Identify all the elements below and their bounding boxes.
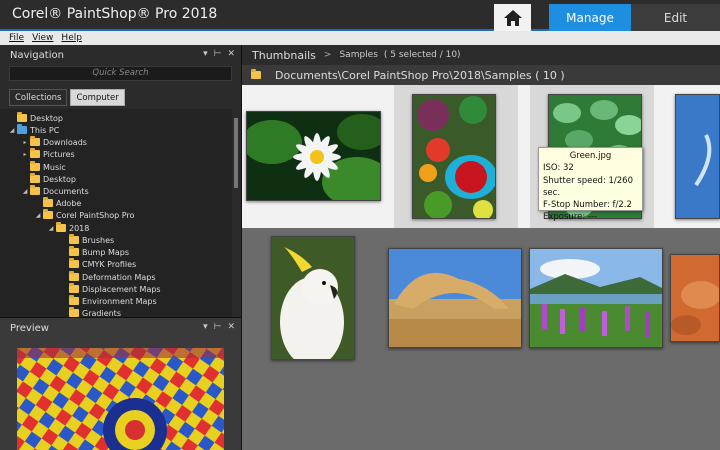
folder-icon: [69, 295, 79, 305]
tree-item[interactable]: ◢ This PC: [8, 124, 59, 136]
tree-item[interactable]: Desktop: [8, 112, 63, 124]
folder-icon: [69, 258, 79, 268]
tooltip-shutter: Shutter speed: 1/260 sec.: [543, 175, 634, 198]
tooltip-exposure: Exposure: ---: [543, 212, 598, 223]
scrollbar-thumb[interactable]: [234, 118, 238, 188]
menu-file[interactable]: File: [9, 33, 24, 43]
navigation-panel: Navigation ▾ ⊢ ✕ Quick Search Collection…: [0, 45, 242, 317]
tree-item[interactable]: ◢ 2018: [47, 222, 89, 234]
folder-icon: [56, 222, 66, 232]
breadcrumb: Thumbnails > Samples ( 5 selected / 10): [242, 45, 720, 65]
close-icon[interactable]: ✕: [227, 322, 235, 332]
thumbnail-arch[interactable]: [388, 248, 522, 348]
folder-icon: [17, 112, 27, 122]
menu-help[interactable]: Help: [61, 33, 82, 43]
thumbnail-blue[interactable]: [675, 94, 720, 219]
tree-item[interactable]: Adobe: [34, 197, 81, 209]
tree-item[interactable]: CMYK Profiles: [60, 258, 136, 270]
folder-icon: [69, 307, 79, 317]
thumbnail-row: [242, 368, 720, 450]
thumbnail-market[interactable]: [412, 94, 496, 219]
tab-edit[interactable]: Edit: [631, 4, 720, 31]
chevron-down-icon[interactable]: ◢: [34, 212, 42, 219]
chevron-down-icon[interactable]: ▾: [203, 49, 208, 59]
folder-icon: [30, 185, 40, 195]
tree-item[interactable]: ▸ Downloads: [21, 136, 87, 148]
thumbnail-area: Thumbnails > Samples ( 5 selected / 10) …: [242, 45, 720, 450]
folder-icon: [30, 136, 40, 146]
menu-view[interactable]: View: [32, 33, 53, 43]
folder-icon: [69, 283, 79, 293]
tooltip-fstop: F-Stop Number: f/2.2: [543, 200, 632, 211]
navigation-title: Navigation: [10, 49, 64, 61]
folder-icon: [43, 197, 53, 207]
tree-item[interactable]: Displacement Maps: [60, 283, 161, 295]
folder-icon: [251, 69, 261, 79]
app-title: Corel® PaintShop® Pro 2018: [12, 6, 218, 22]
folder-icon: [69, 246, 79, 256]
navigation-header: Navigation ▾ ⊢ ✕: [0, 45, 241, 65]
chevron-down-icon[interactable]: ◢: [21, 188, 29, 195]
tree-item[interactable]: Music: [21, 161, 66, 173]
tree-item[interactable]: ▸ Pictures: [21, 148, 75, 160]
thumbnail-row: [242, 85, 720, 228]
current-path: Documents\Corel PaintShop Pro\2018\Sampl…: [275, 68, 565, 82]
selection-count: ( 5 selected / 10): [383, 50, 461, 60]
tree-item[interactable]: Brushes: [60, 234, 114, 246]
breadcrumb-folder[interactable]: Samples: [339, 50, 377, 60]
breadcrumb-root[interactable]: Thumbnails: [252, 49, 316, 62]
preview-title: Preview: [10, 322, 49, 334]
thumbnail-rock[interactable]: [670, 254, 720, 342]
folder-icon: [30, 148, 40, 158]
tab-collections[interactable]: Collections: [9, 89, 68, 106]
tree-item[interactable]: Environment Maps: [60, 295, 157, 307]
pin-icon[interactable]: ⊢: [214, 49, 222, 59]
tab-manage[interactable]: Manage: [549, 4, 631, 31]
pin-icon[interactable]: ⊢: [214, 322, 222, 332]
tree-item[interactable]: ◢ Corel PaintShop Pro: [34, 209, 134, 221]
navigation-tabs: Collections Computer: [9, 89, 125, 106]
preview-panel: Preview ▾ ⊢ ✕: [0, 317, 242, 450]
tree-item[interactable]: Gradients: [60, 307, 121, 317]
folder-tree: Desktop ◢ This PC ▸ Downloads ▸ Pictures Mu…: [0, 109, 232, 317]
home-button[interactable]: [494, 4, 531, 31]
title-bar: Corel® PaintShop® Pro 2018 Manage Edit: [0, 0, 720, 31]
preview-image: [17, 348, 224, 450]
tab-computer[interactable]: Computer: [70, 89, 125, 106]
tree-scrollbar[interactable]: [233, 110, 239, 315]
thumbnail-cockatoo[interactable]: [271, 236, 355, 360]
tree-item[interactable]: Bump Maps: [60, 246, 129, 258]
folder-icon: [69, 234, 79, 244]
folder-icon: [43, 209, 53, 219]
close-icon[interactable]: ✕: [227, 49, 235, 59]
chevron-right-icon[interactable]: ▸: [21, 151, 29, 158]
folder-icon: [30, 161, 40, 171]
thumbnail-row: [242, 228, 720, 368]
folder-icon: [30, 173, 40, 183]
chevron-down-icon[interactable]: ▾: [203, 322, 208, 332]
preview-header: Preview ▾ ⊢ ✕: [0, 318, 241, 338]
tree-item[interactable]: ◢ Documents: [21, 185, 89, 197]
tooltip-iso: ISO: 32: [543, 163, 574, 174]
chevron-down-icon[interactable]: ◢: [8, 127, 16, 134]
thumbnail-flower[interactable]: [246, 111, 381, 201]
folder-icon: [69, 271, 79, 281]
tree-item[interactable]: Deformation Maps: [60, 271, 156, 283]
computer-icon: [17, 124, 27, 134]
chevron-right-icon[interactable]: ▸: [21, 139, 29, 146]
quick-search-input[interactable]: Quick Search: [9, 66, 232, 81]
thumbnail-lupines[interactable]: [529, 248, 663, 348]
home-icon: [503, 9, 522, 26]
app-window: Corel® PaintShop® Pro 2018 Manage Edit F…: [0, 0, 720, 450]
path-bar: Documents\Corel PaintShop Pro\2018\Sampl…: [242, 65, 720, 85]
menu-bar: File View Help: [0, 31, 720, 45]
tree-item[interactable]: Desktop: [21, 173, 76, 185]
chevron-down-icon[interactable]: ◢: [47, 225, 55, 232]
tooltip-filename: Green.jpg: [569, 151, 612, 161]
chevron-right-icon: >: [323, 50, 332, 60]
image-info-tooltip: Green.jpg ISO: 32 Shutter speed: 1/260 s…: [538, 147, 643, 222]
